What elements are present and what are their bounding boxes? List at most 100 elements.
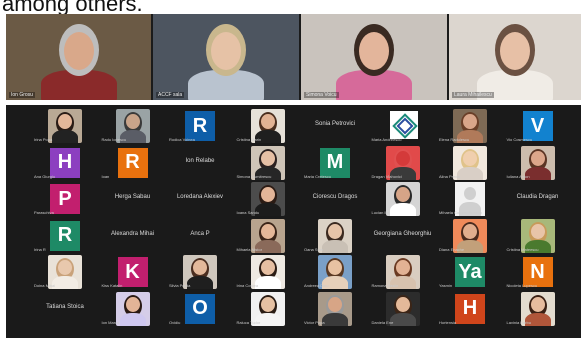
participant-name-label: Alina Preda: [439, 173, 460, 179]
person-face: [463, 150, 477, 166]
person-face: [260, 114, 275, 129]
participant-name-label: Mihaela Nistor: [236, 246, 263, 252]
speaker-video-tile[interactable]: Simona Voicu: [301, 14, 447, 100]
participant-tile[interactable]: Ion Relabe: [167, 146, 233, 180]
person-face: [125, 114, 140, 129]
participant-tile[interactable]: Raluca Tudor: [235, 291, 301, 326]
person-face: [328, 296, 342, 312]
participant-tile[interactable]: P Paraschiva: [32, 182, 98, 216]
participant-tile[interactable]: Tatiana Stoica: [32, 292, 98, 326]
participant-tile[interactable]: H Hortensia: [437, 292, 503, 326]
participant-tile[interactable]: Lucian Ilie: [370, 182, 436, 216]
participant-tile[interactable]: Ciorescu Dragos: [302, 182, 368, 216]
person-face: [260, 260, 275, 275]
participant-name-label: Dragan Vlahovici: [371, 173, 402, 179]
participant-tile[interactable]: K Kiss Katalin: [100, 255, 166, 289]
participant-name-label: Irina R: [34, 246, 46, 252]
participant-tile[interactable]: Georgiana Gheorghiu: [370, 219, 436, 253]
participant-tile[interactable]: Victor Popa: [302, 291, 368, 326]
participant-tile[interactable]: Ya Yasmin: [437, 255, 503, 289]
participant-name-center: Georgiana Gheorghiu: [373, 230, 432, 237]
participant-tile[interactable]: Cristina Marin: [235, 109, 301, 143]
participant-name-label: Ovidiu: [169, 319, 181, 325]
participant-tile[interactable]: Cristina Mateescu: [505, 218, 571, 253]
person-face: [328, 260, 342, 275]
person-face: [58, 114, 72, 129]
participant-tile[interactable]: Mihaela Constantinescu: [437, 182, 503, 216]
speaker-strip: Ion Grosu ACCF sala Simona Voicu Laura Miha…: [6, 14, 581, 100]
participant-tile[interactable]: Anca P: [167, 219, 233, 253]
speaker-video-tile[interactable]: Laura Mihailescu: [449, 14, 581, 100]
participant-tile[interactable]: Maria Andreescu: [370, 109, 436, 143]
participant-tile[interactable]: Radu Ionescu: [100, 109, 166, 143]
participant-tile[interactable]: Elena Radulescu: [437, 109, 503, 143]
participant-tile[interactable]: Irina Costea: [235, 255, 301, 289]
participant-initial-avatar: P: [50, 184, 80, 214]
participant-tile[interactable]: Herga Sabau: [100, 182, 166, 216]
participant-tile[interactable]: Ramona Vasile: [370, 255, 436, 289]
speaker-video-tile[interactable]: Ion Grosu: [6, 14, 151, 100]
participant-name-label: Doina Mihai: [34, 283, 56, 288]
participant-tile[interactable]: Ion Marcu: [100, 291, 166, 326]
participant-initial-avatar: Ya: [455, 257, 485, 287]
participant-name-label: Andreea Dinu: [304, 283, 329, 288]
person-body: [457, 166, 483, 180]
participant-name-label: Kiss Katalin: [101, 283, 123, 288]
participant-tile[interactable]: Andreea Dinu: [302, 255, 368, 289]
participant-tile[interactable]: Irina Popa: [32, 109, 98, 143]
person-face: [260, 150, 275, 166]
participant-name-label: Daniela Ene: [371, 319, 394, 325]
participant-tile[interactable]: Alina Preda: [437, 145, 503, 180]
participant-tile[interactable]: Iuliana Anton: [505, 145, 571, 180]
participant-name-center: Loredana Alexiev: [176, 194, 224, 200]
participant-name-label: Simona Dumitrescu: [236, 173, 272, 179]
participant-tile[interactable]: H Ana Giurgiu: [32, 146, 98, 180]
participant-name-label: Ioana Sandu: [236, 210, 260, 215]
participant-tile[interactable]: R Rodica Voinea: [167, 109, 233, 143]
participant-tile[interactable]: Oana Stan: [302, 218, 368, 253]
participant-initial-avatar: R: [50, 220, 80, 251]
person-body: [389, 312, 416, 326]
participant-video: [115, 291, 150, 326]
person-face: [260, 296, 275, 312]
participant-tile[interactable]: Dragan Vlahovici: [370, 145, 436, 180]
participant-name-label: Irina Costea: [236, 283, 259, 288]
person-body: [119, 312, 146, 326]
participant-tile[interactable]: Loredana Alexiev: [167, 182, 233, 216]
participant-tile[interactable]: Alexandra Mihai: [100, 219, 166, 253]
participant-tile[interactable]: Claudia Dragan: [505, 182, 571, 216]
participant-tile[interactable]: Sonia Petrovici: [302, 109, 368, 143]
participant-name-label: Radu Ionescu: [101, 137, 127, 142]
participant-gallery: Irina Popa Radu Ionescu R Rodica Voinea Cris…: [6, 105, 581, 338]
participant-name-label: Ioan: [101, 173, 110, 179]
person-face: [63, 32, 94, 70]
participant-tile[interactable]: Doina Mihai: [32, 255, 98, 289]
participant-tile[interactable]: Ioana Sandu: [235, 182, 301, 216]
person-face: [463, 114, 477, 129]
person-body: [52, 130, 78, 143]
participant-name-label: Elena Radulescu: [439, 137, 470, 142]
participant-name-label: Ramona Vasile: [371, 283, 399, 288]
participant-tile[interactable]: Silvia Preda: [167, 255, 233, 289]
participant-tile[interactable]: Daniela Ene: [370, 291, 436, 326]
participant-name-label: Ana Giurgiu: [34, 173, 56, 179]
person-face: [530, 296, 545, 312]
participant-name-center: Tatiana Stoica: [46, 303, 84, 310]
participant-tile[interactable]: Lavinia Barbu: [505, 291, 571, 326]
participant-tile[interactable]: Diana Enache: [437, 218, 503, 253]
participant-tile[interactable]: Mihaela Nistor: [235, 218, 301, 253]
participant-tile[interactable]: N Nicoleta Lupescu: [505, 255, 571, 289]
participant-name-center: Ciorescu Dragos: [312, 194, 358, 200]
person-face: [395, 260, 410, 275]
participant-tile[interactable]: R Irina R: [32, 219, 98, 253]
participant-tile[interactable]: R Ioan: [100, 146, 166, 180]
participant-tile[interactable]: V Vio Cosmescu: [505, 109, 571, 143]
participant-tile[interactable]: Simona Dumitrescu: [235, 145, 301, 180]
participant-tile[interactable]: M Maria Cretescu: [302, 146, 368, 180]
participant-initial-avatar: O: [185, 293, 215, 324]
person-face: [463, 223, 477, 239]
speaker-video-tile[interactable]: ACCF sala: [153, 14, 299, 100]
participant-tile[interactable]: O Ovidiu: [167, 292, 233, 326]
participant-name-label: Silvia Preda: [169, 283, 191, 288]
organization-logo: [389, 111, 418, 139]
